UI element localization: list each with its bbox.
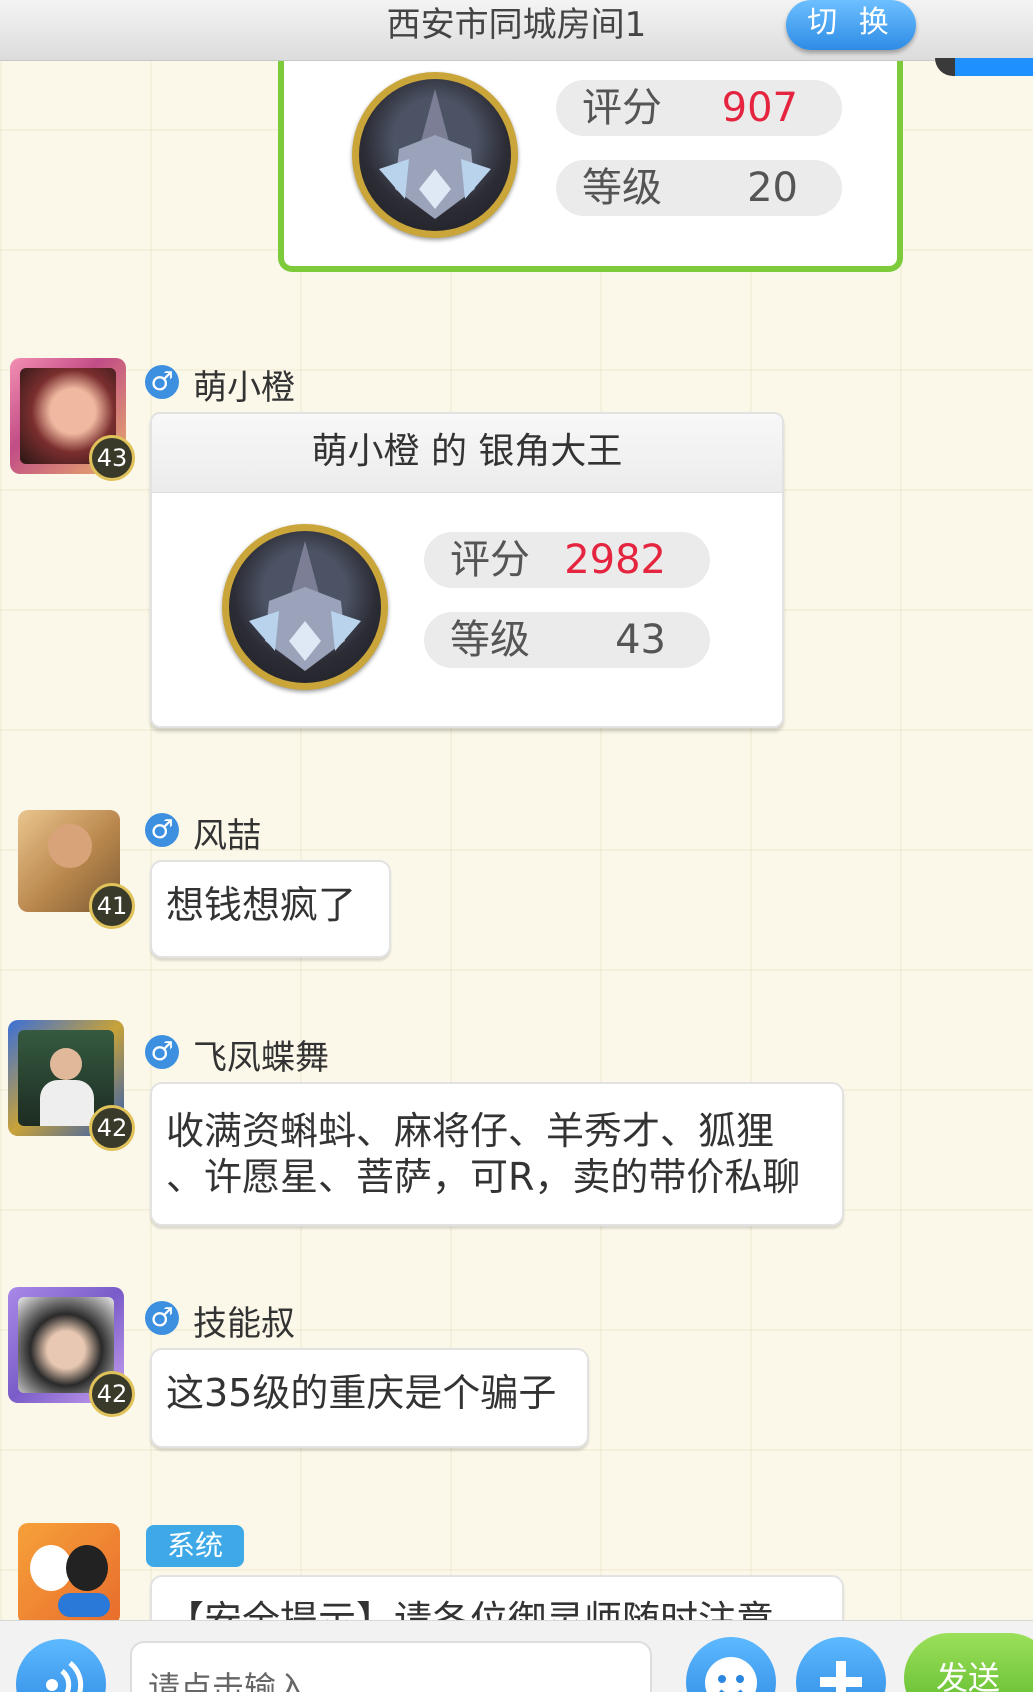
username[interactable]: 飞凤蝶舞 (193, 1030, 329, 1079)
corner-decoration (935, 58, 1033, 76)
emoji-button[interactable] (686, 1637, 776, 1692)
system-badge: 系统 (146, 1525, 244, 1567)
username[interactable]: 技能叔 (193, 1296, 295, 1345)
pet-icon (249, 541, 361, 671)
room-header: 西安市同城房间1 切 换 (0, 0, 1033, 61)
male-gender-icon: ♂ (145, 1035, 179, 1069)
username[interactable]: 萌小橙 (193, 360, 295, 409)
message-input[interactable]: 请点击输入 (130, 1641, 652, 1692)
pet-avatar (222, 524, 388, 690)
input-bar: 请点击输入 发送 (0, 1620, 1033, 1692)
voice-button[interactable] (16, 1639, 106, 1692)
message-text: 这35级的重庆是个骗子 (166, 1371, 557, 1415)
message-bubble[interactable]: 收满资蝌蚪、麻将仔、羊秀才、狐狸 、许愿星、菩萨，可R，卖的带价私聊 (150, 1082, 844, 1226)
pet-avatar (352, 72, 518, 238)
switch-room-button[interactable]: 切 换 (786, 0, 916, 50)
message-bubble[interactable]: 想钱想疯了 (150, 860, 391, 958)
level-label: 等级 (450, 617, 530, 663)
message-text-line: 、许愿星、菩萨，可R，卖的带价私聊 (166, 1155, 801, 1199)
send-button[interactable]: 发送 (904, 1633, 1033, 1692)
level-badge: 42 (89, 1105, 135, 1151)
level-pill: 等级 20 (556, 160, 842, 216)
pet-card[interactable]: 萌小橙 的 银角大王 评分 2982 等级 43 (150, 412, 784, 728)
score-label: 评分 (450, 537, 530, 583)
message-text-line: 收满资蝌蚪、麻将仔、羊秀才、狐狸 (166, 1109, 775, 1153)
pet-card-title: 萌小橙 的 银角大王 (152, 414, 782, 493)
avatar-photo (48, 824, 92, 868)
level-pill: 等级 43 (424, 612, 710, 668)
score-value: 907 (721, 85, 798, 131)
level-badge: 43 (89, 435, 135, 481)
more-button[interactable] (796, 1637, 886, 1692)
male-gender-icon: ♂ (145, 365, 179, 399)
score-pill: 评分 2982 (424, 532, 710, 588)
message-bubble[interactable]: 这35级的重庆是个骗子 (150, 1348, 589, 1448)
male-gender-icon: ♂ (145, 1301, 179, 1335)
username[interactable]: 风喆 (193, 808, 261, 857)
score-label: 评分 (582, 85, 662, 131)
score-pill: 评分 907 (556, 80, 842, 136)
pet-icon (379, 89, 491, 219)
system-avatar (18, 1523, 120, 1625)
plus-icon (820, 1661, 862, 1692)
level-badge: 41 (89, 883, 135, 929)
voice-icon (46, 1661, 84, 1692)
emoji-icon (705, 1657, 757, 1692)
message-text: 想钱想疯了 (166, 883, 357, 927)
score-value: 2982 (564, 537, 666, 583)
level-value: 20 (747, 165, 798, 211)
male-gender-icon: ♂ (145, 813, 179, 847)
pet-card-partial[interactable]: 评分 907 等级 20 (278, 40, 903, 272)
level-value: 43 (615, 617, 666, 663)
level-badge: 42 (89, 1371, 135, 1417)
level-label: 等级 (582, 165, 662, 211)
